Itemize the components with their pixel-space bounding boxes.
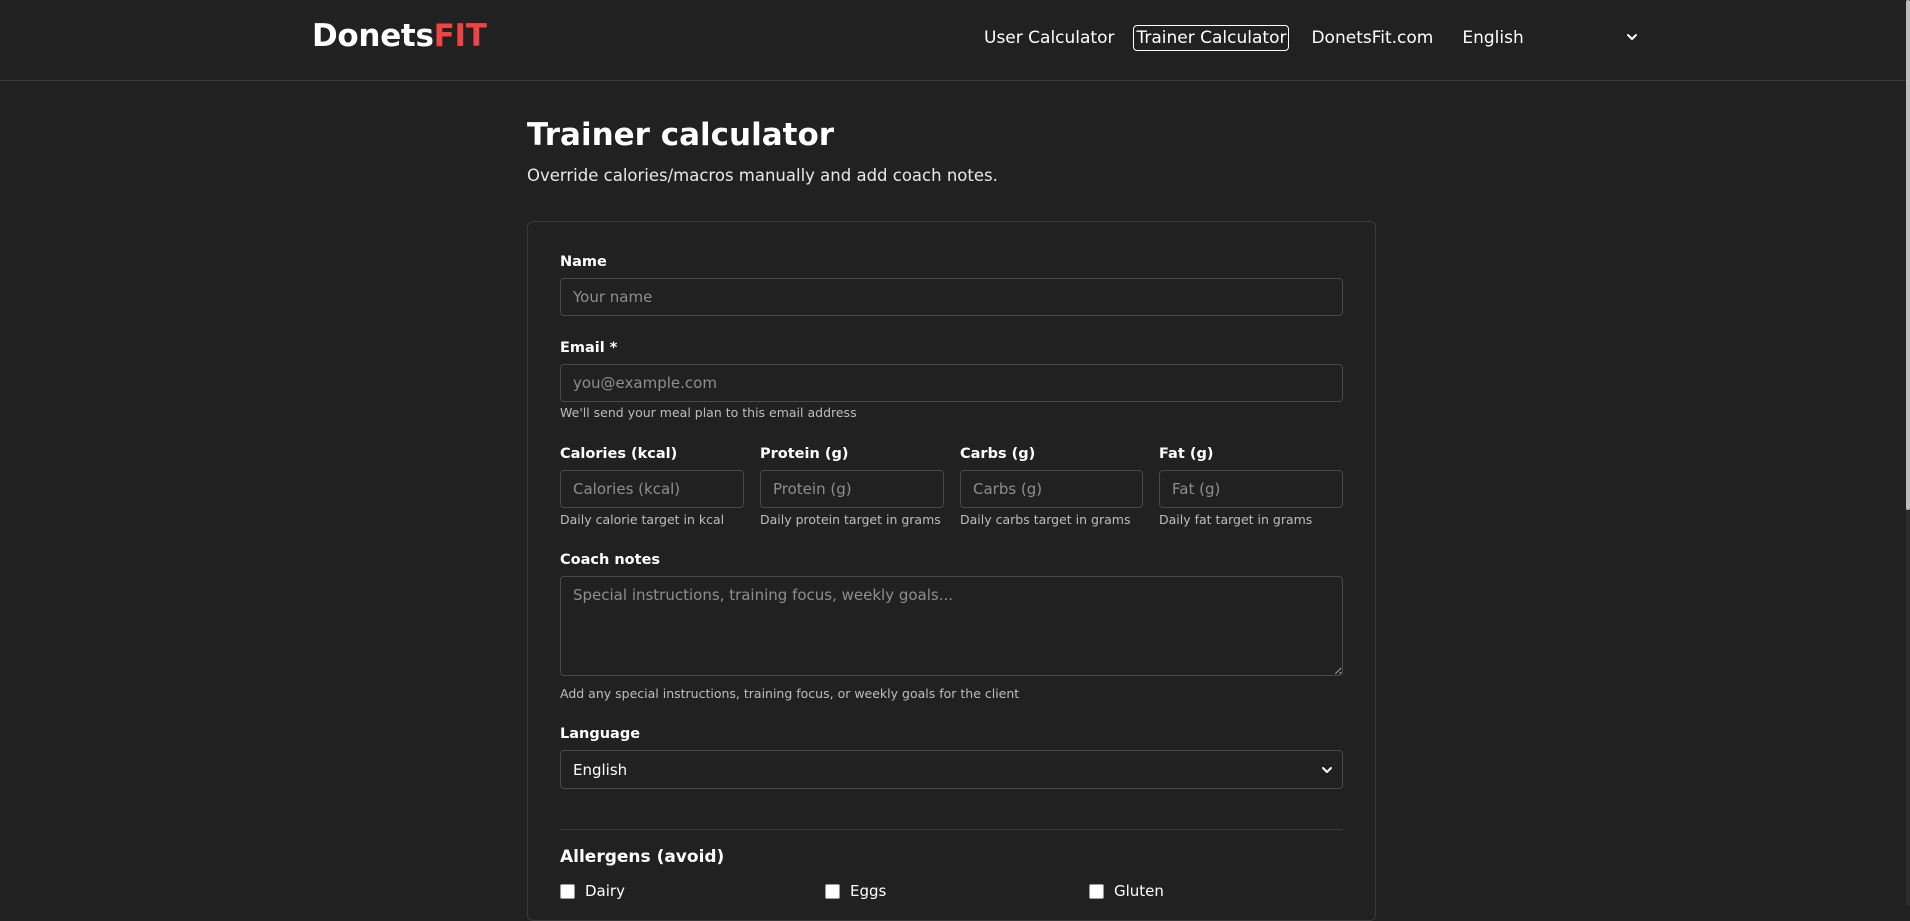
fat-help-text: Daily fat target in grams: [1159, 512, 1313, 527]
chevron-down-icon: [1627, 34, 1638, 40]
coach-notes-help-text: Add any special instructions, training f…: [560, 686, 1020, 701]
page-title: Trainer calculator: [527, 117, 835, 153]
top-navigation-bar: DonetsFIT User Calculator Trainer Calcul…: [0, 0, 1906, 81]
fat-label: Fat (g): [1159, 446, 1214, 462]
language-select[interactable]: English: [560, 750, 1343, 789]
form-card: [527, 221, 1376, 921]
allergen-dairy-label: Dairy: [585, 882, 625, 900]
coach-notes-textarea[interactable]: [560, 576, 1343, 676]
allergen-dairy-checkbox[interactable]: [560, 883, 575, 899]
calories-input[interactable]: [560, 470, 744, 508]
section-divider: [560, 829, 1343, 830]
name-label: Name: [560, 254, 607, 270]
allergen-gluten-checkbox[interactable]: [1089, 883, 1104, 899]
name-input[interactable]: [560, 278, 1343, 316]
protein-help-text: Daily protein target in grams: [760, 512, 941, 527]
chevron-down-icon: [1322, 767, 1332, 773]
page-scrollbar[interactable]: [1906, 0, 1910, 906]
brand-logo[interactable]: DonetsFIT: [312, 18, 487, 54]
calories-help-text: Daily calorie target in kcal: [560, 512, 725, 527]
main-nav: User Calculator Trainer Calculator Donet…: [970, 23, 1640, 53]
allergen-dairy[interactable]: Dairy: [560, 882, 625, 900]
carbs-input[interactable]: [960, 470, 1143, 508]
header-language-value: English: [1462, 28, 1524, 48]
allergen-gluten-label: Gluten: [1114, 882, 1164, 900]
allergen-eggs[interactable]: Eggs: [825, 882, 886, 900]
email-label: Email *: [560, 340, 618, 356]
calories-label: Calories (kcal): [560, 446, 678, 462]
header-language-select[interactable]: English: [1462, 23, 1640, 53]
brand-name: Donets: [312, 18, 434, 54]
allergen-eggs-checkbox[interactable]: [825, 883, 840, 899]
allergen-gluten[interactable]: Gluten: [1089, 882, 1164, 900]
page-subtitle: Override calories/macros manually and ad…: [527, 166, 998, 185]
carbs-label: Carbs (g): [960, 446, 1036, 462]
allergen-eggs-label: Eggs: [850, 882, 887, 900]
nav-user-calculator[interactable]: User Calculator: [982, 25, 1116, 51]
fat-input[interactable]: [1159, 470, 1343, 508]
language-select-value: English: [573, 760, 628, 779]
email-help-text: We'll send your meal plan to this email …: [560, 405, 857, 420]
protein-input[interactable]: [760, 470, 944, 508]
coach-notes-label: Coach notes: [560, 552, 661, 568]
brand-name-accent: FIT: [433, 18, 487, 54]
nav-donetsfit-site[interactable]: DonetsFit.com: [1309, 25, 1435, 51]
email-input[interactable]: [560, 364, 1343, 402]
scrollbar-thumb[interactable]: [1906, 0, 1910, 510]
carbs-help-text: Daily carbs target in grams: [960, 512, 1131, 527]
language-label: Language: [560, 726, 641, 742]
protein-label: Protein (g): [760, 446, 849, 462]
nav-trainer-calculator[interactable]: Trainer Calculator: [1133, 25, 1290, 51]
allergens-title: Allergens (avoid): [560, 847, 725, 867]
